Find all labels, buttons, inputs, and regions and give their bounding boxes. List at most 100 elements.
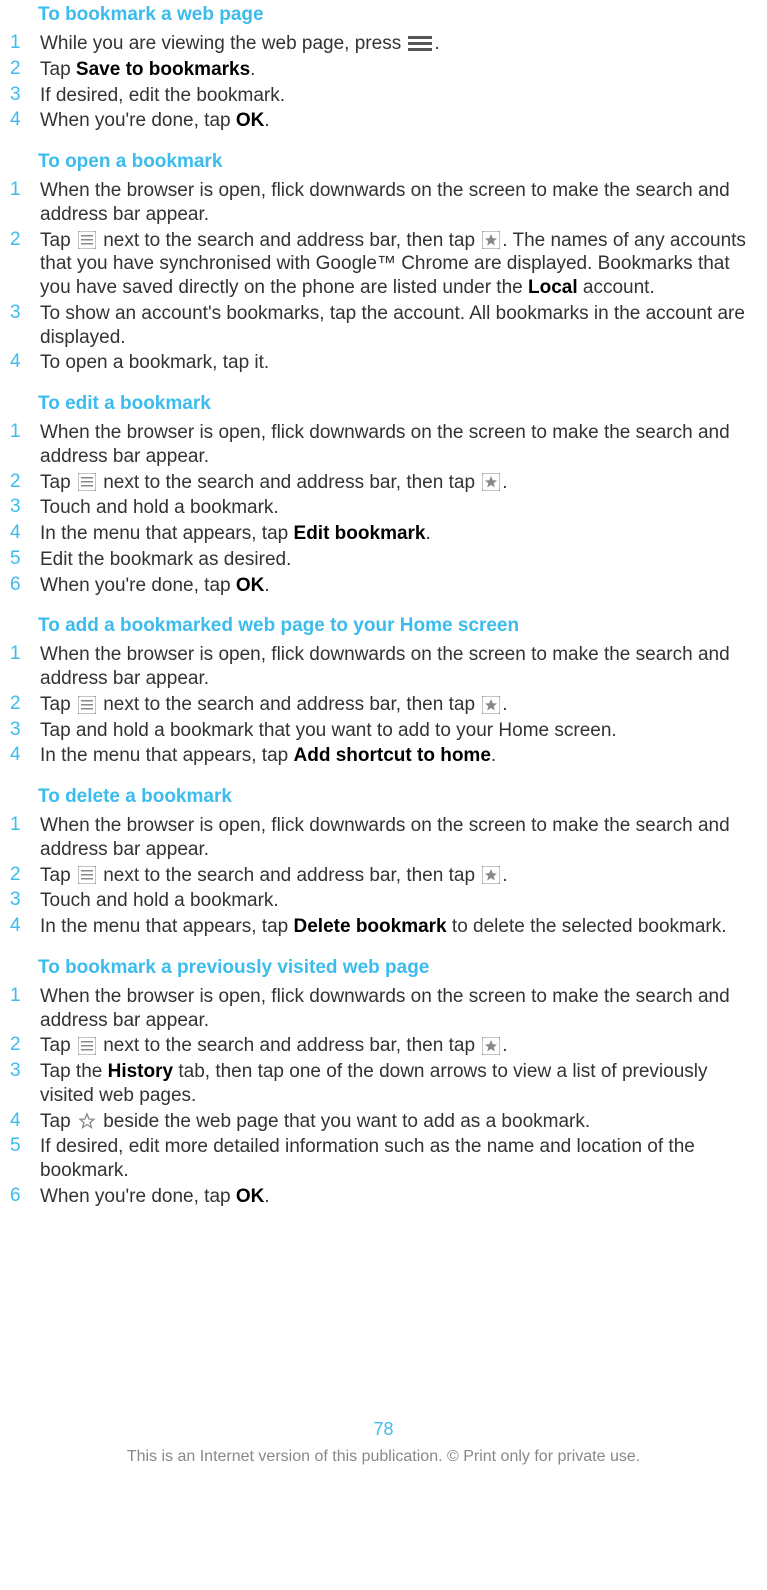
bold-text: Delete bookmark <box>294 916 447 937</box>
step-number: 3 <box>8 302 40 324</box>
step-row: 1While you are viewing the web page, pre… <box>8 32 759 56</box>
step-row: 6When you're done, tap OK. <box>8 1185 759 1209</box>
step-row: 4Tap beside the web page that you want t… <box>8 1110 759 1134</box>
step-row: 2Tap next to the search and address bar,… <box>8 864 759 888</box>
step-number: 5 <box>8 1135 40 1157</box>
section-title: To add a bookmarked web page to your Hom… <box>38 615 759 637</box>
step-text: Tap next to the search and address bar, … <box>40 229 759 300</box>
step-text: If desired, edit more detailed informati… <box>40 1135 759 1183</box>
page-number: 78 <box>8 1419 759 1440</box>
step-text: In the menu that appears, tap Edit bookm… <box>40 522 759 546</box>
step-number: 4 <box>8 351 40 373</box>
step-row: 1When the browser is open, flick downwar… <box>8 985 759 1033</box>
step-row: 3Tap and hold a bookmark that you want t… <box>8 719 759 743</box>
step-text: Tap next to the search and address bar, … <box>40 693 759 717</box>
section-title: To delete a bookmark <box>38 786 759 808</box>
step-number: 6 <box>8 574 40 596</box>
section-title: To bookmark a web page <box>38 4 759 26</box>
step-row: 5If desired, edit more detailed informat… <box>8 1135 759 1183</box>
bold-text: Local <box>528 277 578 298</box>
step-text: Tap and hold a bookmark that you want to… <box>40 719 759 743</box>
footer-text: This is an Internet version of this publ… <box>8 1448 759 1466</box>
step-number: 1 <box>8 985 40 1007</box>
step-row: 3If desired, edit the bookmark. <box>8 84 759 108</box>
section-title: To edit a bookmark <box>38 393 759 415</box>
step-text: Tap next to the search and address bar, … <box>40 864 759 888</box>
step-text: In the menu that appears, tap Add shortc… <box>40 744 759 768</box>
bold-text: History <box>108 1061 173 1082</box>
step-number: 1 <box>8 32 40 54</box>
step-number: 3 <box>8 496 40 518</box>
step-row: 4In the menu that appears, tap Add short… <box>8 744 759 768</box>
step-number: 4 <box>8 522 40 544</box>
step-number: 2 <box>8 693 40 715</box>
star-icon <box>482 1037 500 1055</box>
step-row: 6When you're done, tap OK. <box>8 574 759 598</box>
step-row: 2Tap next to the search and address bar,… <box>8 693 759 717</box>
step-row: 3Touch and hold a bookmark. <box>8 496 759 520</box>
list-icon <box>78 696 96 714</box>
step-number: 5 <box>8 548 40 570</box>
star-outline-icon <box>78 1112 96 1130</box>
step-row: 4To open a bookmark, tap it. <box>8 351 759 375</box>
step-row: 4In the menu that appears, tap Delete bo… <box>8 915 759 939</box>
step-row: 2Tap Save to bookmarks. <box>8 58 759 82</box>
step-text: Tap next to the search and address bar, … <box>40 1034 759 1058</box>
step-row: 3Touch and hold a bookmark. <box>8 889 759 913</box>
step-row: 1When the browser is open, flick downwar… <box>8 179 759 227</box>
step-text: Tap next to the search and address bar, … <box>40 471 759 495</box>
step-text: To show an account's bookmarks, tap the … <box>40 302 759 350</box>
step-row: 1When the browser is open, flick downwar… <box>8 643 759 691</box>
step-text: When the browser is open, flick downward… <box>40 179 759 227</box>
step-row: 4When you're done, tap OK. <box>8 109 759 133</box>
step-text: When the browser is open, flick downward… <box>40 643 759 691</box>
bold-text: Save to bookmarks <box>76 59 250 80</box>
step-text: When the browser is open, flick downward… <box>40 421 759 469</box>
list-icon <box>78 1037 96 1055</box>
step-text: When you're done, tap OK. <box>40 574 759 598</box>
section-title: To bookmark a previously visited web pag… <box>38 957 759 979</box>
step-row: 1When the browser is open, flick downwar… <box>8 421 759 469</box>
step-row: 2Tap next to the search and address bar,… <box>8 1034 759 1058</box>
bold-text: OK <box>236 110 265 131</box>
step-text: If desired, edit the bookmark. <box>40 84 759 108</box>
step-text: When you're done, tap OK. <box>40 1185 759 1209</box>
step-number: 1 <box>8 814 40 836</box>
star-icon <box>482 866 500 884</box>
step-text: Touch and hold a bookmark. <box>40 496 759 520</box>
step-text: Tap Save to bookmarks. <box>40 58 759 82</box>
step-row: 3To show an account's bookmarks, tap the… <box>8 302 759 350</box>
step-number: 2 <box>8 1034 40 1056</box>
step-number: 2 <box>8 471 40 493</box>
step-number: 4 <box>8 744 40 766</box>
step-number: 1 <box>8 643 40 665</box>
star-icon <box>482 696 500 714</box>
step-text: While you are viewing the web page, pres… <box>40 32 759 56</box>
step-text: In the menu that appears, tap Delete boo… <box>40 915 759 939</box>
step-number: 1 <box>8 421 40 443</box>
step-number: 2 <box>8 864 40 886</box>
step-text: Tap the History tab, then tap one of the… <box>40 1060 759 1108</box>
step-row: 3Tap the History tab, then tap one of th… <box>8 1060 759 1108</box>
step-text: Touch and hold a bookmark. <box>40 889 759 913</box>
step-row: 2Tap next to the search and address bar,… <box>8 471 759 495</box>
step-number: 4 <box>8 915 40 937</box>
step-row: 1When the browser is open, flick downwar… <box>8 814 759 862</box>
step-text: Edit the bookmark as desired. <box>40 548 759 572</box>
step-number: 2 <box>8 58 40 80</box>
step-number: 3 <box>8 719 40 741</box>
step-text: When the browser is open, flick downward… <box>40 985 759 1033</box>
bold-text: Edit bookmark <box>294 523 426 544</box>
step-row: 5Edit the bookmark as desired. <box>8 548 759 572</box>
step-text: When you're done, tap OK. <box>40 109 759 133</box>
bold-text: OK <box>236 575 265 596</box>
section-title: To open a bookmark <box>38 151 759 173</box>
step-number: 3 <box>8 84 40 106</box>
star-icon <box>482 231 500 249</box>
step-number: 4 <box>8 109 40 131</box>
list-icon <box>78 473 96 491</box>
step-number: 2 <box>8 229 40 251</box>
step-text: Tap beside the web page that you want to… <box>40 1110 759 1134</box>
step-number: 3 <box>8 889 40 911</box>
bold-text: Add shortcut to home <box>294 745 491 766</box>
